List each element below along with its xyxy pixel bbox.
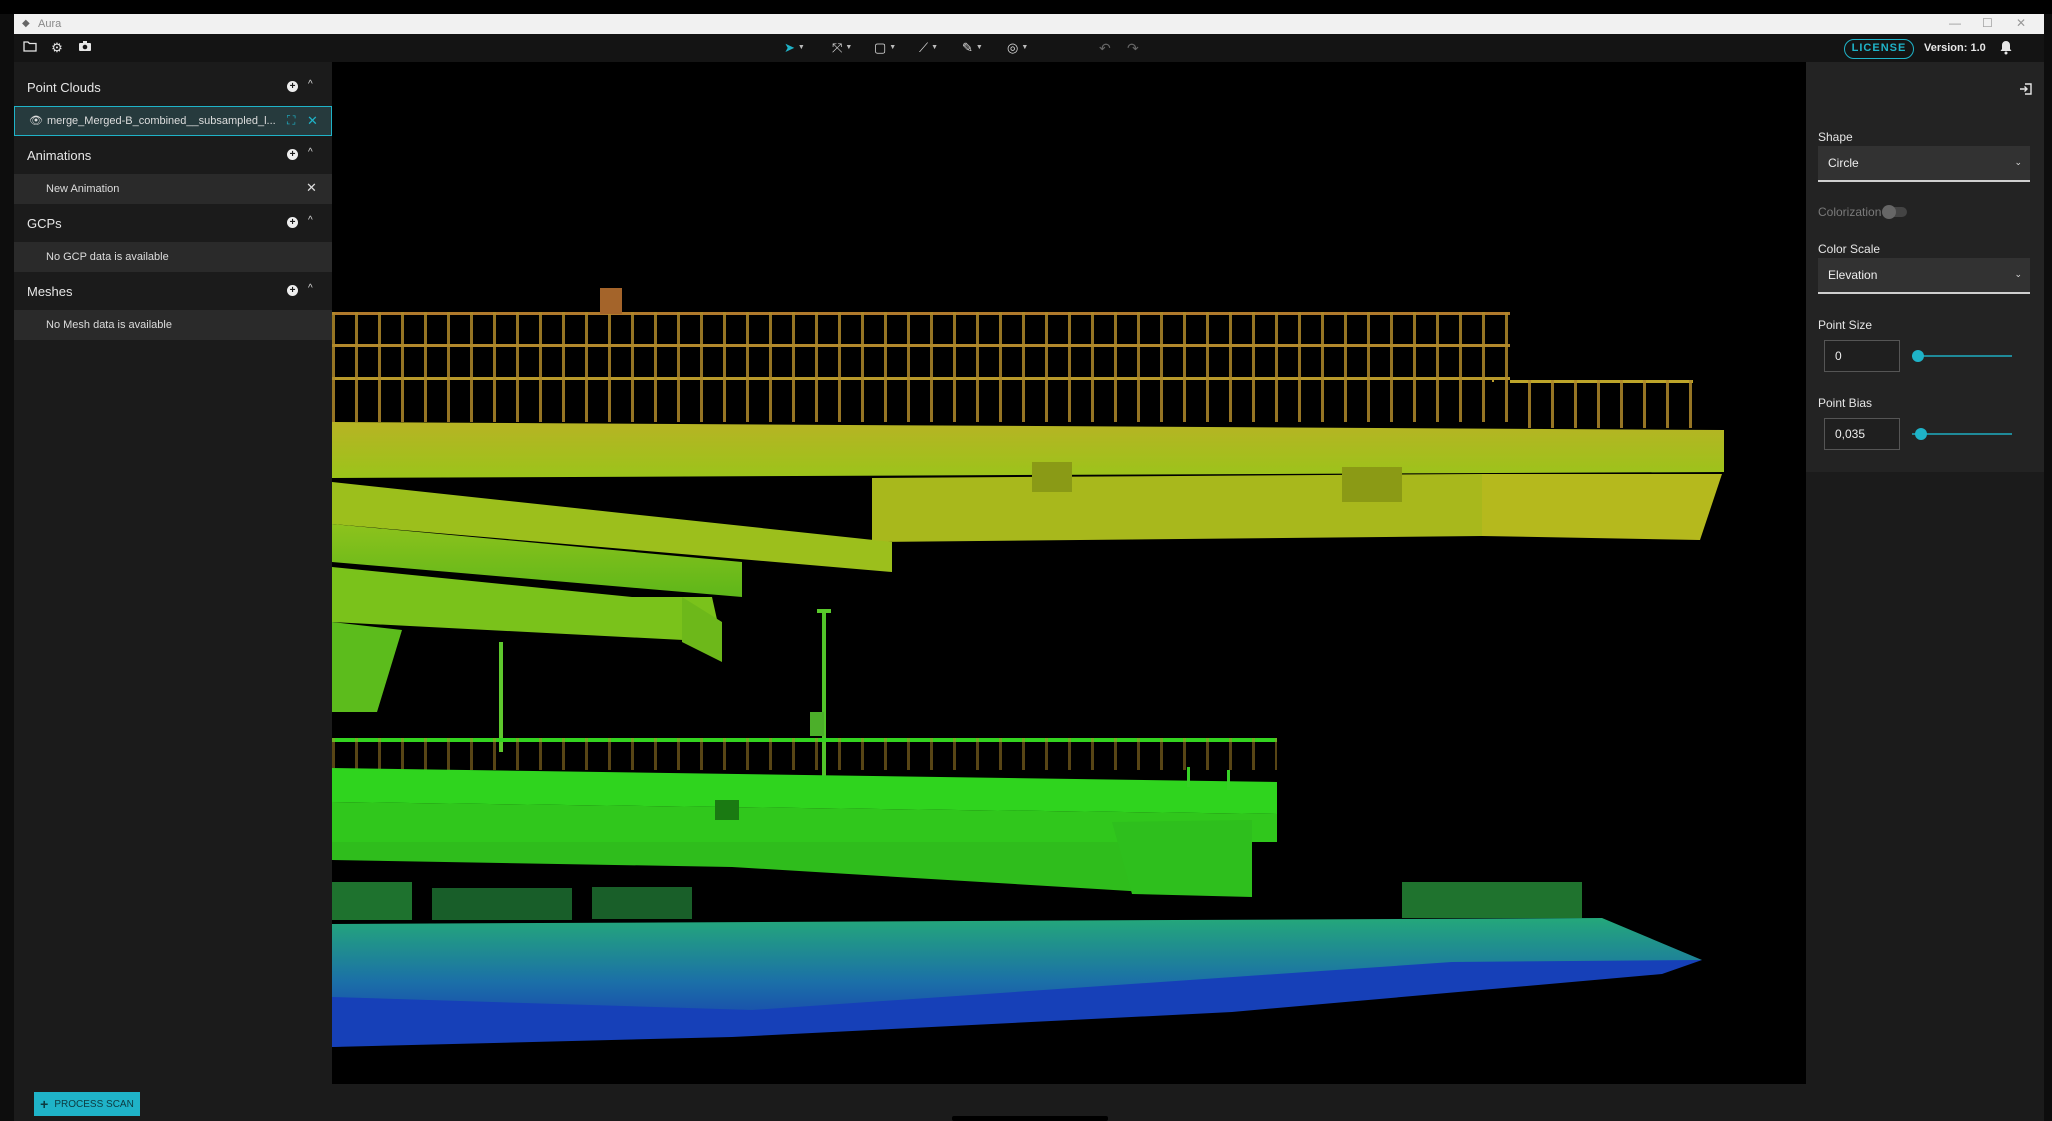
add-icon[interactable]: + bbox=[287, 149, 298, 160]
add-icon[interactable]: + bbox=[287, 217, 298, 228]
shape-value: Circle bbox=[1828, 156, 1859, 170]
color-scale-label: Color Scale bbox=[1818, 242, 1881, 256]
version-label: Version: 1.0 bbox=[1924, 42, 1986, 54]
selection-tool-icon: ▢ bbox=[874, 40, 887, 55]
caret-down-icon: ▼ bbox=[975, 44, 983, 51]
brush-tool[interactable]: ✎ ▼ bbox=[962, 40, 983, 56]
collapse-panel-icon[interactable] bbox=[2019, 82, 2033, 99]
camera-icon[interactable] bbox=[77, 40, 93, 56]
fit-to-view-icon[interactable]: ⛶ bbox=[287, 113, 295, 128]
mesh-empty-item: No Mesh data is available bbox=[14, 310, 332, 340]
window-titlebar: ◆ Aura — ☐ ✕ bbox=[14, 14, 2044, 34]
eye-icon[interactable]: 👁 bbox=[29, 114, 43, 127]
maximize-button[interactable]: ☐ bbox=[1982, 16, 1993, 30]
section-title: Meshes bbox=[27, 283, 73, 299]
caret-down-icon: ▼ bbox=[889, 44, 897, 51]
close-window-button[interactable]: ✕ bbox=[2016, 16, 2026, 30]
close-icon[interactable]: ✕ bbox=[307, 113, 318, 129]
shape-label: Shape bbox=[1818, 130, 1853, 144]
shape-select[interactable]: Circle ⌄ bbox=[1818, 146, 2030, 182]
color-scale-select[interactable]: Elevation ⌄ bbox=[1818, 258, 2030, 294]
point-bias-value: 0,035 bbox=[1835, 427, 1866, 441]
point-cloud-render bbox=[332, 288, 1724, 1047]
point-cloud-viewport[interactable] bbox=[332, 62, 1806, 1084]
navigate-tool[interactable]: ➤ ▼ bbox=[784, 40, 805, 56]
scroll-handle[interactable] bbox=[952, 1116, 1108, 1121]
point-size-label: Point Size bbox=[1818, 318, 1873, 332]
slider-thumb[interactable] bbox=[1912, 350, 1924, 362]
point-size-value: 0 bbox=[1835, 349, 1842, 363]
window-title: Aura bbox=[38, 18, 62, 30]
measure-tool[interactable]: ⟋ ▼ bbox=[919, 40, 938, 56]
point-size-slider[interactable] bbox=[1912, 350, 2012, 362]
minimize-button[interactable]: — bbox=[1949, 16, 1961, 30]
slider-thumb[interactable] bbox=[1915, 428, 1928, 440]
camera-target-tool[interactable]: ◎ ▼ bbox=[1007, 40, 1028, 56]
upper-railing bbox=[332, 288, 1693, 428]
color-scale-value: Elevation bbox=[1828, 268, 1878, 282]
gcp-empty-item: No GCP data is available bbox=[14, 242, 332, 272]
process-scan-button[interactable]: + PROCESS SCAN bbox=[34, 1092, 140, 1116]
undo-button[interactable]: ↶ bbox=[1099, 40, 1111, 57]
section-title: Animations bbox=[27, 147, 92, 163]
gear-icon[interactable]: ⚙ bbox=[49, 40, 65, 56]
properties-panel: Shape Circle ⌄ Colorization Color Scale … bbox=[1806, 62, 2044, 472]
app-logo-icon: ◆ bbox=[22, 18, 30, 29]
section-title: GCPs bbox=[27, 215, 62, 231]
caret-down-icon: ▼ bbox=[845, 44, 853, 51]
chevron-down-icon: ⌄ bbox=[2014, 157, 2022, 167]
caret-down-icon: ▼ bbox=[797, 44, 805, 51]
close-icon[interactable]: ✕ bbox=[306, 180, 317, 196]
ground-surface bbox=[332, 918, 1702, 1047]
section-meshes[interactable]: Meshes + ^ bbox=[14, 274, 332, 308]
colorization-toggle[interactable] bbox=[1882, 205, 1907, 219]
transform-tool-icon: ⤧ bbox=[832, 40, 843, 55]
chevron-up-icon[interactable]: ^ bbox=[308, 79, 313, 90]
colorization-label: Colorization bbox=[1818, 205, 1882, 219]
redo-button[interactable]: ↷ bbox=[1127, 40, 1139, 57]
add-icon[interactable]: + bbox=[287, 285, 298, 296]
os-title-strip bbox=[0, 0, 2052, 14]
section-title: Point Clouds bbox=[27, 79, 101, 95]
point-bias-input[interactable]: 0,035 bbox=[1824, 418, 1900, 450]
top-toolbar: ⚙ ➤ ▼ ⤧ ▼ ▢ ▼ ⟋ ▼ ✎ ▼ ◎ ▼ ↶ ↷ LICENSE Version: 1.0 bbox=[14, 34, 2044, 62]
caret-down-icon: ▼ bbox=[1021, 44, 1029, 51]
selection-tool[interactable]: ▢ ▼ bbox=[874, 40, 896, 56]
chevron-up-icon[interactable]: ^ bbox=[308, 147, 313, 158]
point-cloud-label: merge_Merged-B_combined__subsampled_l... bbox=[47, 115, 276, 127]
animation-label: New Animation bbox=[46, 183, 120, 195]
point-size-input[interactable]: 0 bbox=[1824, 340, 1900, 372]
point-bias-label: Point Bias bbox=[1818, 396, 1873, 410]
folder-icon[interactable] bbox=[22, 40, 38, 56]
bell-icon[interactable] bbox=[1999, 40, 2013, 58]
brush-tool-icon: ✎ bbox=[962, 40, 973, 55]
app-window: ⚙ ➤ ▼ ⤧ ▼ ▢ ▼ ⟋ ▼ ✎ ▼ ◎ ▼ ↶ ↷ LICENSE Version: 1.0 … bbox=[14, 34, 2044, 1121]
animation-item[interactable]: New Animation ✕ bbox=[14, 174, 332, 204]
point-bias-slider[interactable] bbox=[1912, 428, 2012, 440]
lower-bridge bbox=[332, 738, 1277, 897]
measure-tool-icon: ⟋ bbox=[919, 40, 929, 55]
add-icon[interactable]: + bbox=[287, 81, 298, 92]
license-button[interactable]: LICENSE bbox=[1844, 39, 1914, 59]
transform-tool[interactable]: ⤧ ▼ bbox=[832, 40, 852, 56]
toggle-knob bbox=[1882, 205, 1896, 219]
process-scan-label: PROCESS SCAN bbox=[54, 1098, 134, 1110]
sidebar: Point Clouds + ^ 👁 merge_Merged-B_combin… bbox=[14, 62, 332, 1084]
mesh-empty-label: No Mesh data is available bbox=[46, 319, 172, 331]
navigate-tool-icon: ➤ bbox=[784, 40, 795, 55]
section-gcps[interactable]: GCPs + ^ bbox=[14, 206, 332, 240]
chevron-up-icon[interactable]: ^ bbox=[308, 283, 313, 294]
section-animations[interactable]: Animations + ^ bbox=[14, 138, 332, 172]
ramp-structure bbox=[332, 482, 892, 712]
section-point-clouds[interactable]: Point Clouds + ^ bbox=[14, 70, 332, 104]
chevron-down-icon: ⌄ bbox=[2014, 269, 2022, 279]
point-cloud-item[interactable]: 👁 merge_Merged-B_combined__subsampled_l.… bbox=[14, 106, 332, 136]
plus-icon: + bbox=[40, 1096, 49, 1112]
vegetation bbox=[332, 882, 1582, 920]
gcp-empty-label: No GCP data is available bbox=[46, 251, 169, 263]
chevron-up-icon[interactable]: ^ bbox=[308, 215, 313, 226]
caret-down-icon: ▼ bbox=[931, 44, 939, 51]
camera-target-tool-icon: ◎ bbox=[1007, 40, 1019, 55]
